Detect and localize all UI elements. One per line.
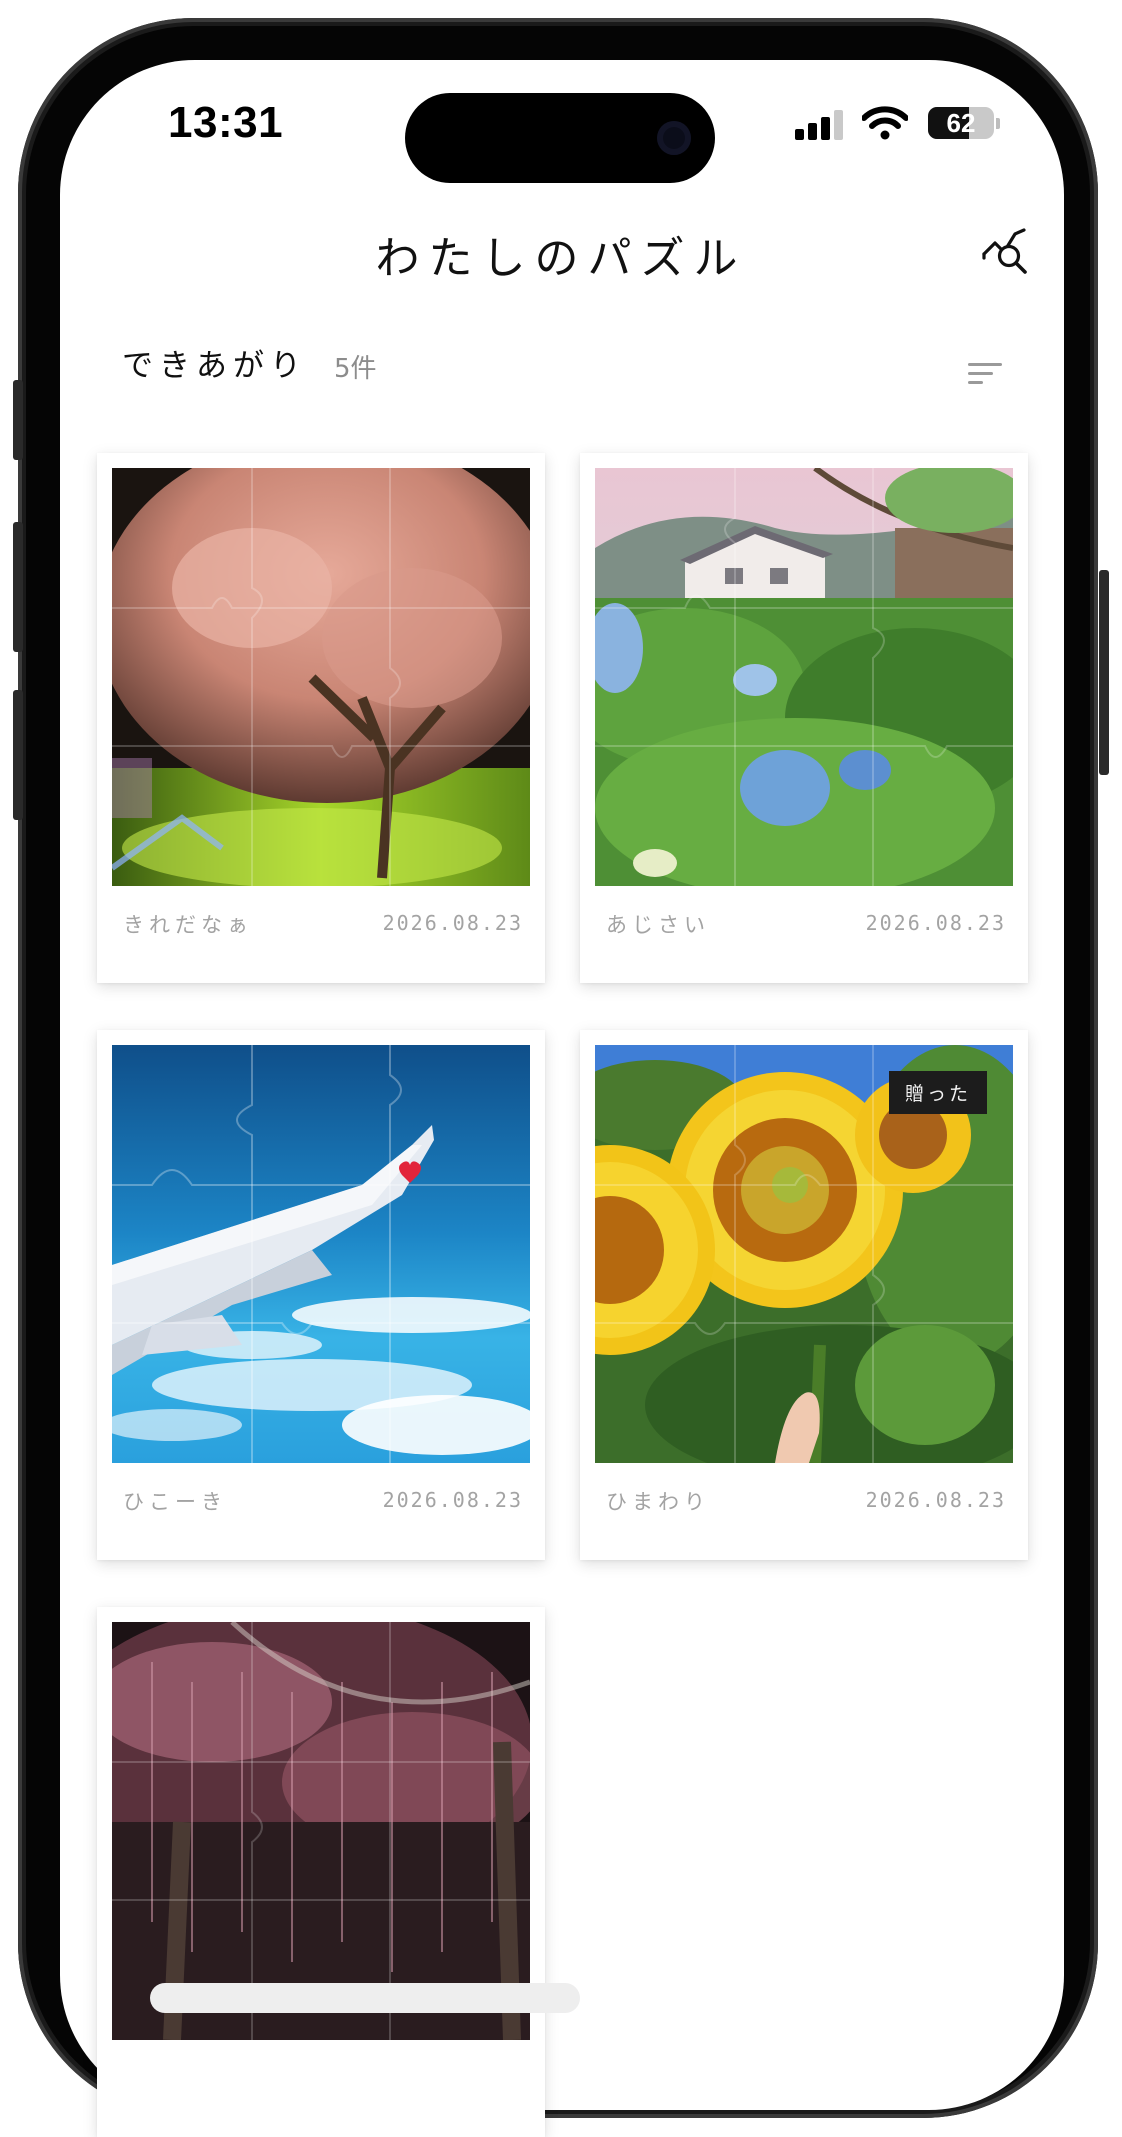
bottom-overlay <box>150 1983 580 2013</box>
puzzle-photo-sunflowers: 贈った <box>595 1045 1013 1463</box>
puzzle-card[interactable]: きれだなぁ 2026.08.23 <box>97 453 545 983</box>
puzzle-date: 2026.08.23 <box>865 911 1006 935</box>
volume-down-button <box>13 690 23 820</box>
puzzle-photo-airplane <box>112 1045 530 1463</box>
puzzle-caption: ひまわり <box>606 1490 710 1514</box>
battery-level: 62 <box>946 108 976 138</box>
volume-up-button <box>13 522 23 652</box>
status-time: 13:31 <box>168 98 284 147</box>
battery-nub <box>996 118 1000 129</box>
dynamic-island <box>405 93 715 183</box>
puzzle-card[interactable]: あじさい 2026.08.23 <box>580 453 1028 983</box>
wifi-icon <box>862 106 908 140</box>
puzzle-card[interactable] <box>97 1607 545 2137</box>
item-count: 5件 <box>334 354 377 384</box>
puzzle-date: 2026.08.23 <box>382 1488 523 1512</box>
puzzle-caption: きれだなぁ <box>123 913 253 937</box>
puzzle-photo-cherry-blossom <box>112 468 530 886</box>
cellular-signal-icon <box>795 110 847 140</box>
battery-icon: 62 <box>928 107 994 139</box>
gifted-badge: 贈った <box>888 1071 987 1114</box>
page-title: わたしのパズル <box>375 233 747 284</box>
action-button <box>13 380 23 460</box>
stats-search-icon[interactable] <box>980 228 1032 280</box>
puzzle-photo-plum-blossom <box>112 1622 530 2040</box>
puzzle-caption: あじさい <box>606 913 710 937</box>
sort-icon[interactable] <box>968 360 1004 388</box>
puzzle-card[interactable]: ひこーき 2026.08.23 <box>97 1030 545 1560</box>
puzzle-photo-hydrangea <box>595 468 1013 886</box>
power-button <box>1099 570 1109 775</box>
front-camera <box>657 121 691 155</box>
puzzle-date: 2026.08.23 <box>382 911 523 935</box>
puzzle-date: 2026.08.23 <box>865 1488 1006 1512</box>
section-title: できあがり <box>122 348 307 384</box>
puzzle-caption: ひこーき <box>123 1490 227 1514</box>
puzzle-card[interactable]: 贈った ひまわり 2026.08.23 <box>580 1030 1028 1560</box>
